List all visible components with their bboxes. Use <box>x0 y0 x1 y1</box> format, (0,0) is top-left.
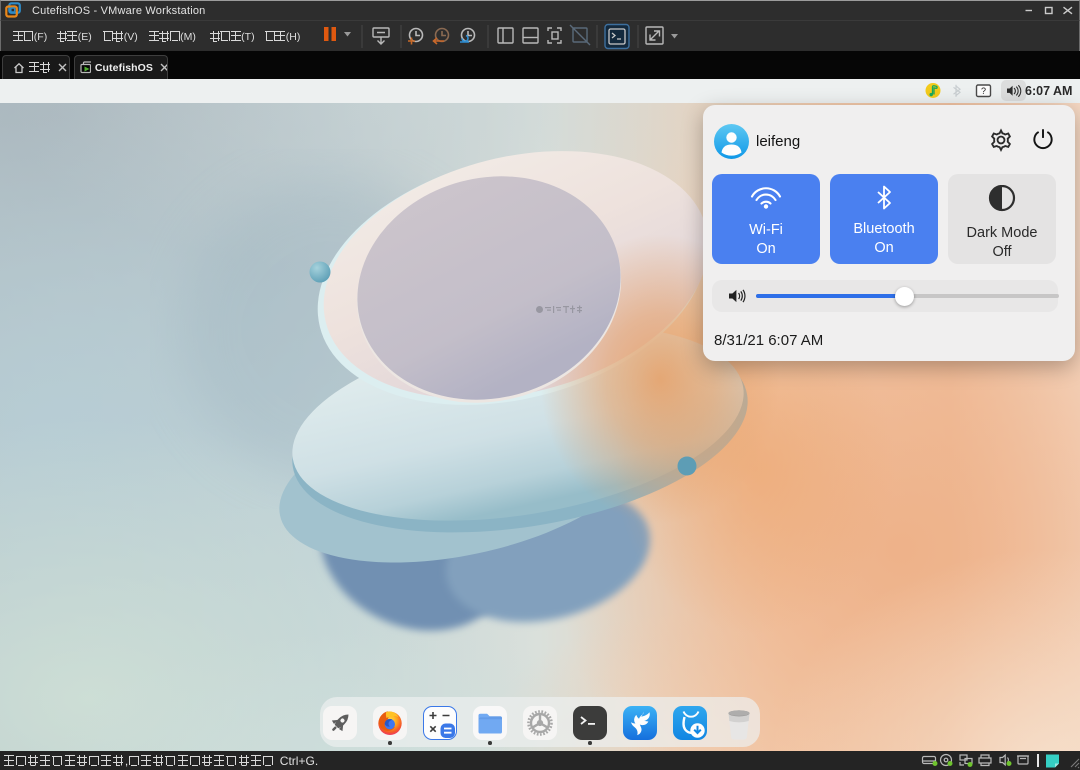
svg-text:?: ? <box>981 86 986 96</box>
